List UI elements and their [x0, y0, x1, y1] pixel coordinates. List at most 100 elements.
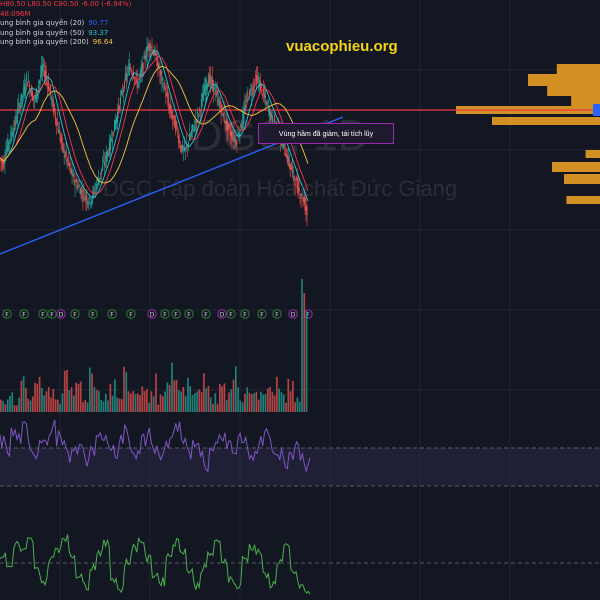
volume-bar	[285, 402, 287, 412]
candle-body	[271, 115, 273, 123]
candle-body	[241, 124, 243, 130]
volume-bar	[2, 401, 4, 412]
event-marker-letter: F	[187, 312, 191, 319]
candle-body	[208, 73, 210, 85]
event-marker-letter: D	[291, 312, 296, 319]
candle-body	[143, 54, 145, 59]
volume-bar	[219, 383, 221, 412]
volume-bar	[216, 403, 219, 412]
event-marker-letter: F	[110, 312, 114, 319]
candle-body	[168, 101, 170, 111]
candle-body	[161, 76, 163, 81]
event-marker-letter: D	[59, 312, 64, 319]
volume-bars	[0, 278, 308, 412]
candle-body	[10, 130, 12, 142]
candle-body	[211, 77, 213, 85]
candle-body	[103, 160, 105, 162]
candle-body	[228, 124, 230, 129]
candle-body	[227, 121, 229, 131]
volume-bar	[15, 405, 18, 412]
volume-bar	[171, 362, 173, 412]
candle-body	[288, 158, 290, 166]
candle-body	[284, 153, 286, 157]
candle-body	[252, 87, 254, 93]
volume-bar	[25, 387, 27, 412]
candle-body	[247, 92, 249, 98]
candle-body	[244, 104, 246, 111]
candle-body	[115, 117, 117, 124]
volume-bar	[271, 391, 274, 412]
candle-body	[105, 156, 107, 160]
volume-bar	[146, 388, 148, 412]
event-marker-letter: F	[129, 312, 133, 319]
candle-body	[141, 64, 143, 74]
candle-body	[9, 139, 11, 143]
volume-bar	[18, 397, 20, 412]
candle-body	[218, 103, 220, 106]
volume-bar	[70, 387, 73, 412]
grid-lines	[0, 0, 600, 600]
candle-body	[41, 64, 43, 72]
candle-body	[192, 124, 193, 131]
candle-body	[35, 95, 37, 99]
candle-body	[57, 126, 59, 133]
volume-bar	[193, 393, 196, 412]
volume-bar	[27, 398, 30, 412]
candle-body	[65, 150, 67, 157]
candle-body	[197, 115, 199, 117]
candle-body	[34, 98, 36, 100]
candle-body	[205, 78, 207, 91]
volume-bar	[257, 399, 260, 412]
candle-body	[25, 86, 27, 93]
candle-body	[140, 69, 142, 75]
candle-body	[253, 86, 255, 88]
event-marker-letter: F	[275, 312, 279, 319]
candle-body	[212, 80, 214, 93]
candle-body	[200, 98, 202, 108]
candle-body	[115, 120, 116, 129]
volume-bar	[104, 393, 107, 412]
volume-bar	[262, 394, 265, 412]
candle-body	[220, 107, 222, 116]
candle-body	[94, 192, 96, 194]
candle-body	[226, 118, 228, 132]
candle-body	[38, 80, 40, 84]
volume-bar	[269, 386, 271, 412]
event-marker-letter: F	[91, 312, 95, 319]
volume-bar	[203, 373, 205, 412]
candle-body	[130, 70, 132, 73]
candle-body	[263, 87, 265, 94]
volume-bar	[164, 391, 166, 412]
volume-bar	[266, 388, 269, 412]
annotation-box[interactable]: Vùng hầm đã giảm, tái tích lũy	[258, 123, 394, 144]
candle-body	[258, 81, 260, 82]
candle-body	[12, 132, 14, 137]
chart-canvas[interactable]: DGC, 1D DGC Tập đoàn Hóa chất Đức Giang …	[0, 0, 600, 600]
candle-body	[295, 176, 297, 181]
candle-body	[71, 170, 73, 174]
candle-body	[85, 195, 87, 200]
volume-bar	[234, 366, 237, 412]
volume-bar	[61, 393, 64, 412]
ma-row-20[interactable]: ung bình gia quyền (20) 90.77	[0, 19, 131, 29]
volume-bar	[22, 376, 25, 412]
volume-bar	[36, 383, 39, 412]
candle-body	[108, 153, 110, 155]
volume-bar	[107, 400, 109, 412]
ma-row-50[interactable]: ung bình gia quyền (50) 93.37	[0, 29, 131, 39]
ma-label: ung bình gia quyền (50)	[0, 28, 85, 37]
watermark-company: DGC Tập đoàn Hóa chất Đức Giang	[103, 176, 457, 201]
candle-body	[170, 104, 172, 114]
candle-body	[182, 144, 184, 151]
candle-body	[67, 155, 69, 163]
candle-body	[296, 178, 298, 189]
event-marker-letter: F	[5, 312, 9, 319]
ma-row-200[interactable]: ung bình gia quyền (200) 96.64	[0, 38, 131, 48]
ma-value: 93.37	[88, 28, 109, 37]
candle-body	[158, 65, 160, 67]
volume-bar	[132, 391, 135, 412]
candle-body	[147, 46, 149, 51]
candle-body	[213, 86, 215, 90]
volume-bar	[292, 381, 294, 412]
event-marker-letter: F	[229, 312, 233, 319]
